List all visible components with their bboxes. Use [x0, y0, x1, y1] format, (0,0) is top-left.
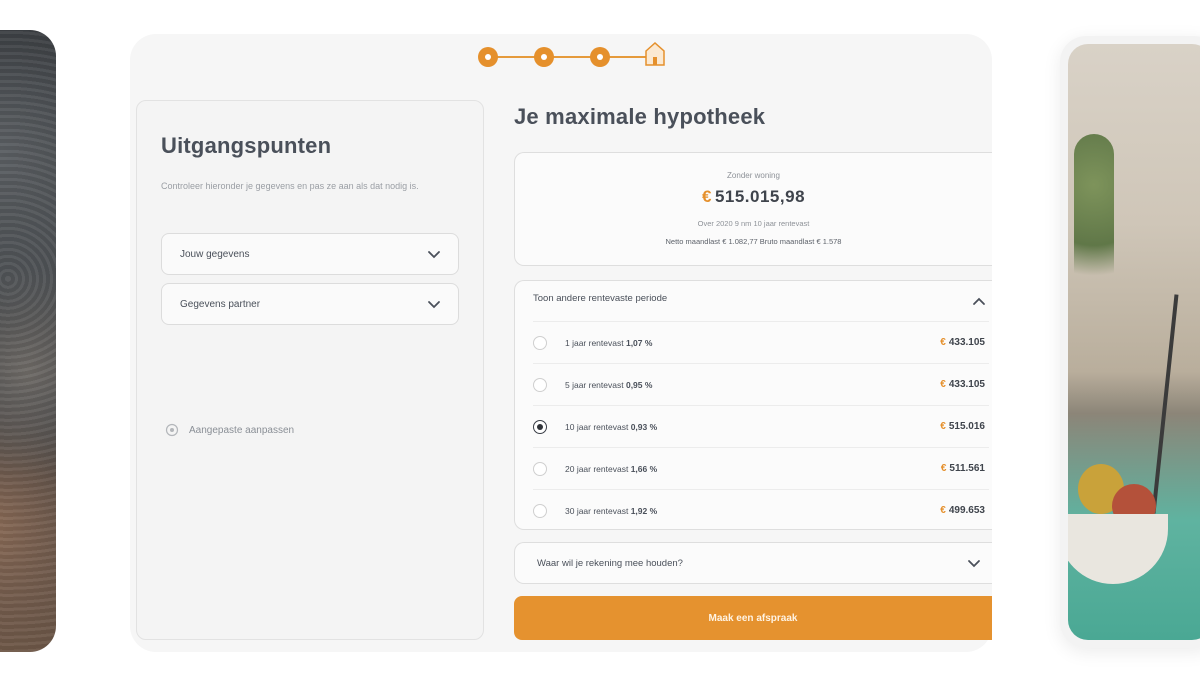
rate-radio[interactable]: [533, 503, 547, 518]
summary-amount: €515.015,98: [515, 187, 992, 207]
interior-photo: [1068, 44, 1200, 640]
rate-option-row[interactable]: 30 jaar rentevast 1,92 % €499.653: [533, 489, 989, 531]
rate-radio[interactable]: [533, 335, 547, 350]
rate-option-label: 5 jaar rentevast 0,95 %: [565, 379, 653, 390]
photo-chair: [1151, 294, 1179, 514]
rate-period-header[interactable]: Toon andere rentevaste periode: [533, 293, 993, 309]
rate-option-label: 30 jaar rentevast 1,92 %: [565, 505, 658, 516]
chevron-down-icon: [968, 560, 980, 568]
step-2-dot[interactable]: [534, 47, 554, 67]
step-1-dot[interactable]: [478, 47, 498, 67]
progress-stepper: [478, 41, 668, 70]
rate-option-row[interactable]: 5 jaar rentevast 0,95 % €433.105: [533, 363, 989, 405]
rate-radio[interactable]: [533, 461, 547, 476]
adjust-link[interactable]: Aangepaste aanpassen: [165, 423, 294, 437]
accordion-label: Jouw gegevens: [180, 248, 250, 260]
make-appointment-button[interactable]: Maak een afspraak: [514, 596, 992, 640]
chevron-down-icon: [428, 251, 440, 259]
rate-option-amount: €433.105: [940, 337, 985, 348]
rate-option-row[interactable]: 1 jaar rentevast 1,07 % €433.105: [533, 321, 989, 363]
chevron-up-icon: [973, 297, 985, 305]
considerations-accordion[interactable]: Waar wil je rekening mee houden?: [514, 542, 992, 584]
rate-option-label: 1 jaar rentevast 1,07 %: [565, 337, 653, 348]
right-device-mockup: [1060, 36, 1200, 648]
max-mortgage-title: Je maximale hypotheek: [514, 104, 766, 129]
rate-option-row[interactable]: 20 jaar rentevast 1,66 % €511.561: [533, 447, 989, 489]
rate-option-amount: €433.105: [940, 379, 985, 390]
summary-meta: Over 2020 9 nm 10 jaar rentevast: [697, 219, 810, 228]
chevron-down-icon: [428, 301, 440, 309]
rate-option-amount: €515.016: [940, 421, 985, 432]
summary-caption: Zonder woning: [727, 171, 780, 180]
rate-period-header-label: Toon andere rentevaste periode: [533, 293, 668, 304]
rate-option-row[interactable]: 10 jaar rentevast 0,93 % €515.016: [533, 405, 989, 447]
left-background-photo: [0, 30, 56, 652]
house-icon: [645, 41, 665, 66]
photo-plant: [1074, 134, 1114, 304]
mortgage-card: Uitgangspunten Controleer hieronder je g…: [130, 34, 992, 652]
considerations-label: Waar wil je rekening mee houden?: [537, 557, 683, 569]
step-3-dot[interactable]: [590, 47, 610, 67]
gear-icon: [165, 423, 179, 437]
rate-option-amount: €511.561: [940, 463, 985, 474]
assumptions-panel: Uitgangspunten Controleer hieronder je g…: [136, 100, 484, 640]
rate-option-amount: €499.653: [940, 505, 985, 516]
accordion-partner-details[interactable]: Gegevens partner: [161, 283, 459, 325]
assumptions-intro: Controleer hieronder je gegevens en pas …: [161, 181, 419, 191]
accordion-label: Gegevens partner: [180, 298, 261, 310]
rate-radio-selected[interactable]: [533, 419, 547, 434]
rate-period-options: Toon andere rentevaste periode 1 jaar re…: [514, 280, 992, 530]
currency-symbol: €: [701, 187, 712, 206]
adjust-link-label: Aangepaste aanpassen: [189, 424, 295, 436]
accordion-your-details[interactable]: Jouw gegevens: [161, 233, 459, 275]
mortgage-summary: Zonder woning €515.015,98 Over 2020 9 nm…: [514, 152, 992, 266]
rate-option-label: 20 jaar rentevast 1,66 %: [565, 463, 658, 474]
summary-monthly-costs: Netto maandlast € 1.082,77 Bruto maandla…: [665, 237, 842, 246]
rate-radio[interactable]: [533, 377, 547, 392]
assumptions-title: Uitgangspunten: [161, 133, 332, 158]
stepper-line: [488, 56, 648, 58]
photo-bowl: [1068, 514, 1168, 584]
rate-option-label: 10 jaar rentevast 0,93 %: [565, 421, 658, 432]
amount-value: 515.015,98: [714, 187, 806, 206]
